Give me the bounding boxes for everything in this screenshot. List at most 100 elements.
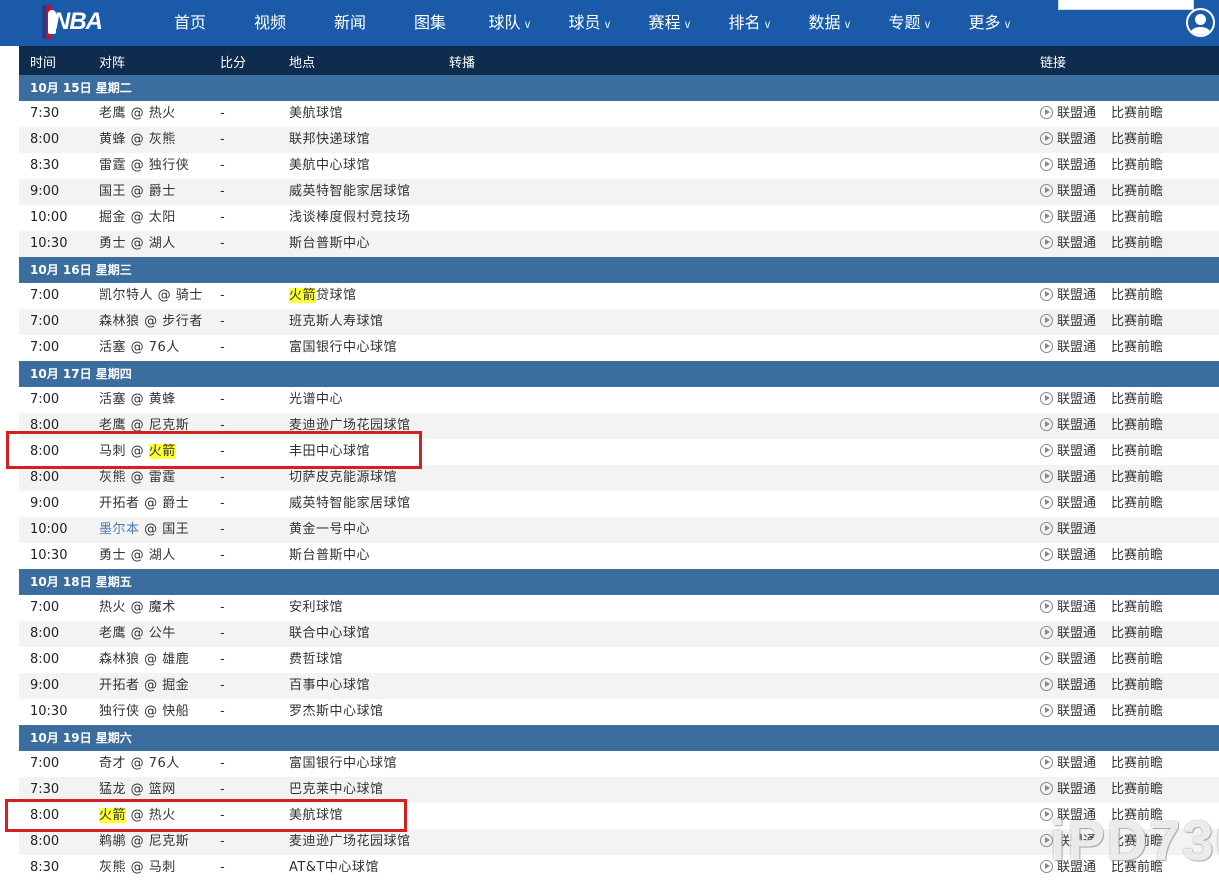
league-pass-link[interactable]: 联盟通	[1040, 777, 1096, 803]
venue: 浅谈棒度假村竞技场	[289, 210, 411, 225]
nav-item-label: 数据	[808, 13, 841, 32]
league-pass-link[interactable]: 联盟通	[1040, 153, 1096, 179]
preview-link[interactable]: 比赛前瞻	[1111, 543, 1163, 569]
league-pass-label: 联盟通	[1057, 522, 1097, 537]
nav-item[interactable]: 球员 ∨	[550, 0, 630, 46]
preview-link[interactable]: 比赛前瞻	[1111, 647, 1163, 673]
score: -	[220, 548, 225, 563]
preview-link[interactable]: 比赛前瞻	[1111, 231, 1163, 257]
preview-link[interactable]: 比赛前瞻	[1111, 283, 1163, 309]
preview-link[interactable]: 比赛前瞻	[1111, 179, 1163, 205]
preview-link[interactable]: 比赛前瞻	[1111, 309, 1163, 335]
table-row: 7:30 老鹰 @ 热火 - 美航球馆 联盟通 比赛前瞻	[19, 101, 1219, 127]
matchup: 活塞 @ 76人	[99, 340, 180, 355]
league-pass-link[interactable]: 联盟通	[1040, 751, 1096, 777]
nav-item[interactable]: 专题 ∨	[870, 0, 950, 46]
preview-link[interactable]: 比赛前瞻	[1111, 621, 1163, 647]
play-icon	[1040, 340, 1053, 353]
league-pass-link[interactable]: 联盟通	[1040, 101, 1096, 127]
preview-link[interactable]: 比赛前瞻	[1111, 413, 1163, 439]
score: -	[220, 496, 225, 511]
league-pass-label: 联盟通	[1057, 626, 1097, 641]
header-match: 对阵	[99, 56, 126, 71]
search-input[interactable]	[1058, 0, 1194, 10]
nav-item[interactable]: 首页	[150, 0, 230, 46]
score: -	[220, 132, 225, 147]
play-icon	[1040, 782, 1053, 795]
league-pass-label: 联盟通	[1057, 236, 1097, 251]
game-time: 10:00	[30, 210, 68, 225]
preview-link[interactable]: 比赛前瞻	[1111, 101, 1163, 127]
league-pass-link[interactable]: 联盟通	[1040, 673, 1096, 699]
team-link[interactable]: 墨尔本	[99, 522, 140, 537]
league-pass-link[interactable]: 联盟通	[1040, 127, 1096, 153]
nav-item[interactable]: 新闻	[310, 0, 390, 46]
venue: 火箭贷球馆	[289, 283, 357, 309]
matchup: 勇士 @ 湖人	[99, 236, 176, 251]
preview-link[interactable]: 比赛前瞻	[1111, 699, 1163, 725]
matchup-part: @ 国王	[139, 522, 190, 537]
matchup: 黄蜂 @ 灰熊	[99, 132, 176, 147]
game-time: 7:30	[30, 106, 60, 121]
game-time: 7:00	[30, 314, 60, 329]
league-pass-link[interactable]: 联盟通	[1040, 621, 1096, 647]
play-icon	[1040, 418, 1053, 431]
league-pass-link[interactable]: 联盟通	[1040, 699, 1096, 725]
preview-link[interactable]: 比赛前瞻	[1111, 127, 1163, 153]
league-pass-link[interactable]: 联盟通	[1040, 205, 1096, 231]
nav-item[interactable]: 数据 ∨	[790, 0, 870, 46]
league-pass-link[interactable]: 联盟通	[1040, 647, 1096, 673]
preview-link[interactable]: 比赛前瞻	[1111, 335, 1163, 361]
preview-link[interactable]: 比赛前瞻	[1111, 205, 1163, 231]
league-pass-link[interactable]: 联盟通	[1040, 179, 1096, 205]
nav-item[interactable]: 更多 ∨	[950, 0, 1030, 46]
league-pass-link[interactable]: 联盟通	[1040, 309, 1096, 335]
highlighted-text: 火箭	[289, 288, 317, 303]
play-icon	[1040, 470, 1053, 483]
user-avatar-icon[interactable]	[1186, 8, 1215, 37]
venue: 光谱中心	[289, 392, 344, 407]
league-pass-link[interactable]: 联盟通	[1040, 491, 1096, 517]
venue: 美航中心球馆	[289, 158, 371, 173]
venue: 安利球馆	[289, 600, 344, 615]
preview-link[interactable]: 比赛前瞻	[1111, 387, 1163, 413]
league-pass-label: 联盟通	[1057, 704, 1097, 719]
nba-logo[interactable]: NBA	[42, 5, 103, 39]
venue: 威英特智能家居球馆	[289, 184, 411, 199]
preview-link[interactable]: 比赛前瞻	[1111, 595, 1163, 621]
league-pass-link[interactable]: 联盟通	[1040, 595, 1096, 621]
preview-link[interactable]: 比赛前瞻	[1111, 751, 1163, 777]
league-pass-label: 联盟通	[1057, 678, 1097, 693]
nav-item-label: 球员	[568, 13, 601, 32]
venue: 联合中心球馆	[289, 626, 371, 641]
preview-link[interactable]: 比赛前瞻	[1111, 673, 1163, 699]
league-pass-link[interactable]: 联盟通	[1040, 439, 1096, 465]
league-pass-link[interactable]: 联盟通	[1040, 231, 1096, 257]
play-icon	[1040, 132, 1053, 145]
preview-link[interactable]: 比赛前瞻	[1111, 439, 1163, 465]
league-pass-link[interactable]: 联盟通	[1040, 543, 1096, 569]
nav-item[interactable]: 排名 ∨	[710, 0, 790, 46]
preview-link[interactable]: 比赛前瞻	[1111, 153, 1163, 179]
preview-link[interactable]: 比赛前瞻	[1111, 777, 1163, 803]
nav-item-label: 赛程	[648, 13, 681, 32]
matchup: 老鹰 @ 公牛	[99, 626, 176, 641]
league-pass-link[interactable]: 联盟通	[1040, 413, 1096, 439]
league-pass-link[interactable]: 联盟通	[1040, 335, 1096, 361]
league-pass-link[interactable]: 联盟通	[1040, 465, 1096, 491]
preview-link[interactable]: 比赛前瞻	[1111, 491, 1163, 517]
nav-item[interactable]: 球队 ∨	[470, 0, 550, 46]
header-time: 时间	[30, 56, 57, 71]
league-pass-link[interactable]: 联盟通	[1040, 387, 1096, 413]
venue: 斯台普斯中心	[289, 236, 371, 251]
nav-item[interactable]: 图集	[390, 0, 470, 46]
matchup: 掘金 @ 太阳	[99, 210, 176, 225]
matchup: 勇士 @ 湖人	[99, 548, 176, 563]
league-pass-link[interactable]: 联盟通	[1040, 283, 1096, 309]
league-pass-link[interactable]: 联盟通	[1040, 517, 1096, 543]
score: -	[220, 314, 225, 329]
preview-link[interactable]: 比赛前瞻	[1111, 465, 1163, 491]
nav-item[interactable]: 视频	[230, 0, 310, 46]
table-row: 8:30 雷霆 @ 独行侠 - 美航中心球馆 联盟通 比赛前瞻	[19, 153, 1219, 179]
nav-item[interactable]: 赛程 ∨	[630, 0, 710, 46]
